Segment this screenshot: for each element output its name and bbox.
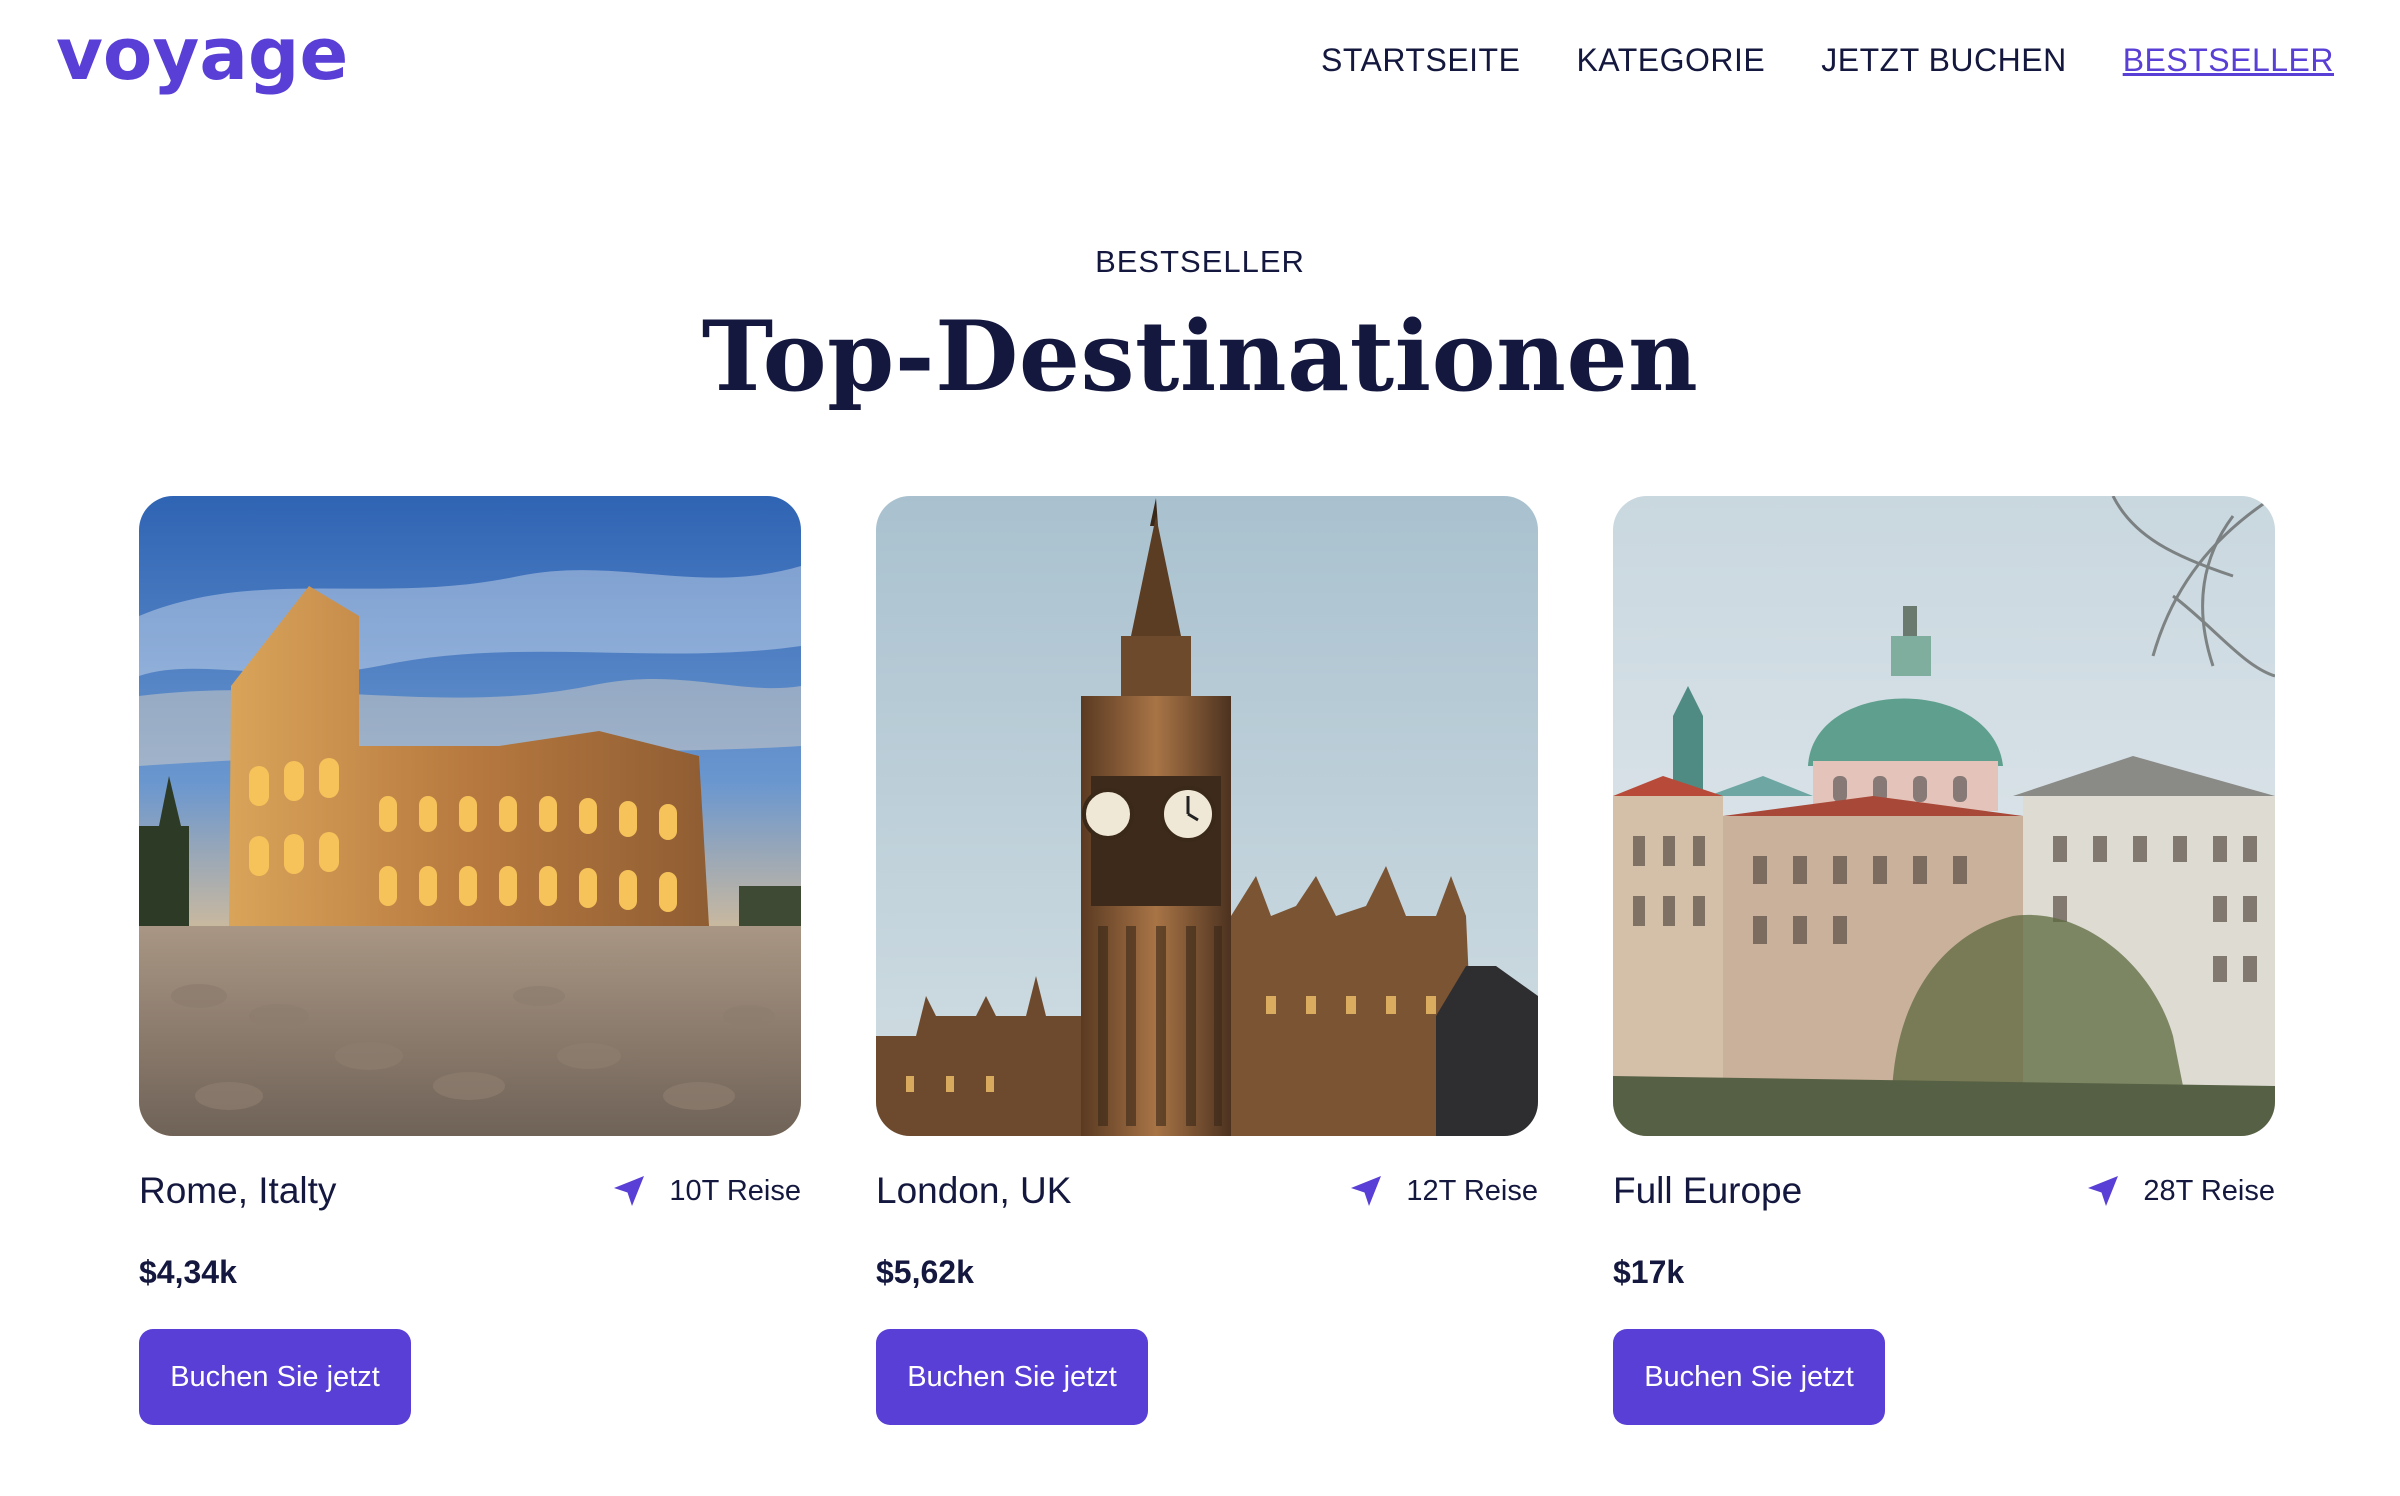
main-nav: STARTSEITE KATEGORIE JETZT BUCHEN BESTSE…: [1321, 42, 2334, 79]
trip-duration: 12T Reise: [1348, 1173, 1538, 1209]
destination-card-rome: Rome, Italty 10T Reise $4,34k Buchen Sie…: [139, 496, 801, 1425]
nav-startseite[interactable]: STARTSEITE: [1321, 42, 1520, 79]
destination-name: London, UK: [876, 1170, 1072, 1211]
trip-duration-label: 28T Reise: [2143, 1174, 2275, 1207]
nav-jetzt-buchen[interactable]: JETZT BUCHEN: [1821, 42, 2066, 79]
price: $17k: [1613, 1254, 1685, 1290]
price: $4,34k: [139, 1254, 237, 1290]
destination-card-europe: Full Europe 28T Reise $17k Buchen Sie je…: [1613, 496, 2275, 1425]
destination-cards: Rome, Italty 10T Reise $4,34k Buchen Sie…: [139, 496, 2275, 1425]
europe-cityscape-image: [1613, 496, 2275, 1136]
trip-duration: 10T Reise: [611, 1173, 801, 1209]
book-now-button[interactable]: Buchen Sie jetzt: [139, 1329, 411, 1425]
book-now-button[interactable]: Buchen Sie jetzt: [1613, 1329, 1885, 1425]
destination-name: Full Europe: [1613, 1170, 1803, 1211]
book-now-button[interactable]: Buchen Sie jetzt: [876, 1329, 1148, 1425]
card-meta: Full Europe 28T Reise: [1613, 1170, 2275, 1212]
page: voyage STARTSEITE KATEGORIE JETZT BUCHEN…: [0, 0, 2400, 1496]
navigation-arrow-icon: [614, 1176, 645, 1206]
navigation-arrow-icon: [2088, 1176, 2119, 1206]
rome-colosseum-image: [139, 496, 801, 1136]
section-title: Top-Destinationen: [701, 300, 1699, 413]
card-meta: Rome, Italty 10T Reise: [139, 1170, 801, 1212]
london-big-ben-image: [876, 496, 1538, 1136]
price: $5,62k: [876, 1254, 974, 1290]
nav-bestseller[interactable]: BESTSELLER: [2123, 42, 2334, 79]
trip-duration: 28T Reise: [2085, 1173, 2275, 1209]
trip-duration-label: 12T Reise: [1406, 1174, 1538, 1207]
destination-name: Rome, Italty: [139, 1170, 337, 1211]
destination-card-london: London, UK 12T Reise $5,62k Buchen Sie j…: [876, 496, 1538, 1425]
nav-kategorie[interactable]: KATEGORIE: [1576, 42, 1765, 79]
section-eyebrow: BESTSELLER: [1095, 244, 1305, 279]
navigation-arrow-icon: [1351, 1176, 1382, 1206]
trip-duration-label: 10T Reise: [669, 1174, 801, 1207]
logo[interactable]: voyage: [56, 12, 348, 96]
card-meta: London, UK 12T Reise: [876, 1170, 1538, 1212]
